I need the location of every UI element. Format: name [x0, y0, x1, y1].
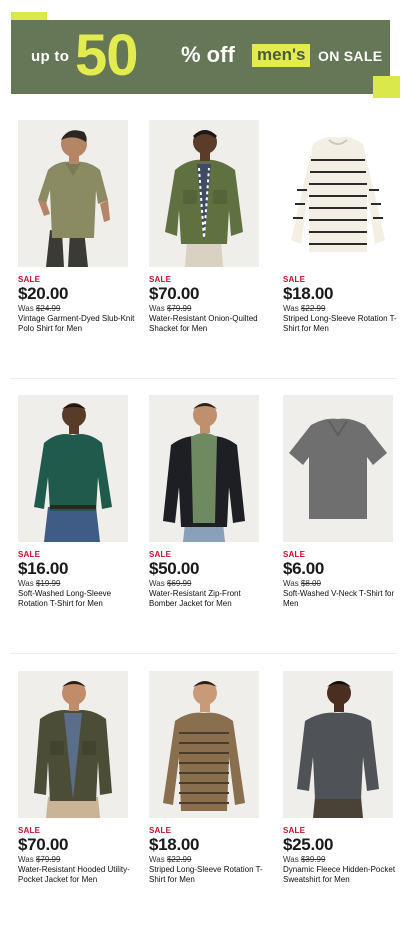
product-name-link[interactable]: Water-Resistant Hooded Utility-Pocket Ja… [18, 865, 136, 885]
banner-accent-bar-top [11, 12, 47, 20]
row-divider [10, 378, 397, 379]
product-name-link[interactable]: Dynamic Fleece Hidden-Pocket Sweatshirt … [283, 865, 401, 885]
was-price: Was $24.99 [18, 304, 61, 313]
product-image[interactable] [18, 120, 128, 267]
banner-on-sale: ON SALE [318, 48, 383, 64]
green-long-sleeve-tee-icon [18, 395, 128, 542]
gray-vneck-tee-icon [283, 395, 393, 542]
banner-accent-bar-bottom [373, 76, 400, 98]
product-row: SALE $16.00 Was $19.99 Soft-Washed Long-… [0, 395, 407, 667]
product-card[interactable]: SALE $70.00 Was $79.99 Water-Resistant O… [149, 120, 267, 370]
banner-panel: up to 50 % off men's ON SALE [11, 20, 390, 94]
product-row: SALE $20.00 Was $24.99 Vintage Garment-D… [0, 120, 407, 392]
black-bomber-jacket-icon [149, 395, 259, 542]
product-image[interactable] [149, 671, 259, 818]
was-price: Was $22.99 [149, 855, 192, 864]
sale-price: $20.00 [18, 284, 69, 303]
sale-label: SALE [149, 826, 172, 835]
sale-label: SALE [18, 275, 41, 284]
was-price: Was $8.00 [283, 579, 321, 588]
product-name-link[interactable]: Water-Resistant Zip-Front Bomber Jacket … [149, 589, 267, 609]
was-price: Was $79.99 [18, 855, 61, 864]
product-image[interactable] [283, 120, 393, 267]
olive-polo-shirt-icon [18, 120, 128, 267]
product-card[interactable]: SALE $16.00 Was $19.99 Soft-Washed Long-… [18, 395, 136, 645]
sale-price: $50.00 [149, 559, 200, 578]
banner-percent: 50 [75, 23, 139, 88]
sale-price: $6.00 [283, 559, 325, 578]
product-card[interactable]: SALE $18.00 Was $22.99 Striped Long-Slee… [149, 671, 267, 921]
product-name-link[interactable]: Vintage Garment-Dyed Slub-Knit Polo Shir… [18, 314, 136, 334]
product-card[interactable]: SALE $20.00 Was $24.99 Vintage Garment-D… [18, 120, 136, 370]
promo-banner[interactable]: up to 50 % off men's ON SALE [0, 0, 407, 110]
sale-label: SALE [18, 550, 41, 559]
banner-percent-off: % off [181, 42, 235, 67]
charcoal-sweatshirt-icon [283, 671, 393, 818]
sale-price: $25.00 [283, 835, 334, 854]
striped-long-sleeve-tee-icon [283, 120, 393, 267]
brown-striped-tee-icon [149, 671, 259, 818]
was-price: Was $39.99 [283, 855, 326, 864]
banner-mens-pill: men's [252, 44, 311, 67]
banner-up-to: up to [31, 48, 70, 65]
product-image[interactable] [149, 120, 259, 267]
sale-price: $16.00 [18, 559, 69, 578]
product-image[interactable] [283, 395, 393, 542]
product-image[interactable] [18, 395, 128, 542]
sale-price: $70.00 [18, 835, 69, 854]
was-price: Was $69.99 [149, 579, 192, 588]
product-card[interactable]: SALE $25.00 Was $39.99 Dynamic Fleece Hi… [283, 671, 401, 921]
product-name-link[interactable]: Striped Long-Sleeve Rotation T-Shirt for… [283, 314, 401, 334]
product-card[interactable]: SALE $6.00 Was $8.00 Soft-Washed V-Neck … [283, 395, 401, 645]
product-image[interactable] [149, 395, 259, 542]
sale-price: $18.00 [149, 835, 200, 854]
product-card[interactable]: SALE $18.00 Was $22.99 Striped Long-Slee… [283, 120, 401, 370]
sale-price: $18.00 [283, 284, 334, 303]
product-name-link[interactable]: Soft-Washed V-Neck T-Shirt for Men [283, 589, 401, 609]
sale-price: $70.00 [149, 284, 200, 303]
product-name-link[interactable]: Soft-Washed Long-Sleeve Rotation T-Shirt… [18, 589, 136, 609]
green-quilted-shacket-icon [149, 120, 259, 267]
product-image[interactable] [283, 671, 393, 818]
sale-label: SALE [149, 550, 172, 559]
olive-hooded-jacket-icon [18, 671, 128, 818]
product-name-link[interactable]: Water-Resistant Onion-Quilted Shacket fo… [149, 314, 267, 334]
sale-label: SALE [283, 275, 306, 284]
was-price: Was $79.99 [149, 304, 192, 313]
product-card[interactable]: SALE $70.00 Was $79.99 Water-Resistant H… [18, 671, 136, 921]
sale-label: SALE [283, 826, 306, 835]
product-row: SALE $70.00 Was $79.99 Water-Resistant H… [0, 671, 407, 943]
product-name-link[interactable]: Striped Long-Sleeve Rotation T-Shirt for… [149, 865, 267, 885]
was-price: Was $22.99 [283, 304, 326, 313]
sale-label: SALE [149, 275, 172, 284]
sale-label: SALE [283, 550, 306, 559]
sale-label: SALE [18, 826, 41, 835]
row-divider [10, 653, 397, 654]
product-image[interactable] [18, 671, 128, 818]
product-card[interactable]: SALE $50.00 Was $69.99 Water-Resistant Z… [149, 395, 267, 645]
was-price: Was $19.99 [18, 579, 61, 588]
